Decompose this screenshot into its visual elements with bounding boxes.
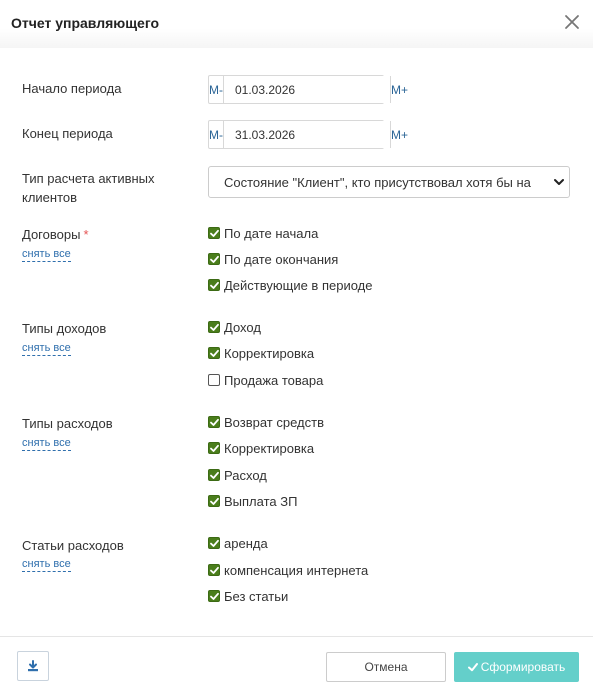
contracts-label-text: Договоры [22,227,81,242]
checkbox-salary[interactable]: Выплата ЗП [208,493,297,509]
checkbox-label: Действующие в периоде [224,277,373,293]
checkbox-label: По дате начала [224,225,319,241]
client-type-label-line2: клиентов [22,190,78,205]
modal-header: Отчет управляющего [0,0,593,48]
checkbox-checked-icon [208,347,220,359]
checkbox-checked-icon [208,227,220,239]
contracts-uncheck-all-link[interactable]: снять все [22,248,71,262]
expense-items-label: Статьи расходов [22,538,124,553]
checkbox-internet-compensation[interactable]: компенсация интернета [208,562,368,578]
download-icon [27,660,39,672]
checkbox-label: Доход [224,319,261,335]
client-type-label: Тип расчета активных клиентов [22,169,155,207]
required-mark: * [83,227,89,242]
checkbox-label: Продажа товара [224,372,324,388]
income-types-uncheck-all-link[interactable]: снять все [22,342,71,356]
checkbox-checked-icon [208,564,220,576]
checkbox-label: Без статьи [224,588,289,604]
income-types-label: Типы доходов [22,321,107,336]
period-start-group: М- М+ [208,75,408,104]
client-type-select[interactable]: Состояние "Клиент", кто присутствовал хо… [208,166,570,198]
checkbox-income-correction[interactable]: Корректировка [208,345,314,361]
checkbox-label: Возврат средств [224,414,324,430]
checkbox-expense-correction[interactable]: Корректировка [208,440,314,456]
period-end-input[interactable] [224,121,390,148]
period-start-label: Начало периода [22,81,122,96]
check-icon [467,662,481,672]
checkbox-unchecked-icon [208,374,220,386]
checkbox-label: По дате окончания [224,251,339,267]
checkbox-checked-icon [208,321,220,333]
checkbox-checked-icon [208,253,220,265]
checkbox-rent[interactable]: аренда [208,535,268,551]
checkbox-product-sale[interactable]: Продажа товара [208,372,323,388]
close-icon[interactable] [564,14,580,30]
checkbox-checked-icon [208,469,220,481]
generate-report-label: Сформировать [480,660,566,674]
period-start-minus-button[interactable]: М- [209,76,224,103]
period-end-minus-button[interactable]: М- [209,121,224,148]
generate-report-button[interactable]: Сформировать [454,652,579,682]
period-start-input[interactable] [224,76,390,103]
period-end-label: Конец периода [22,126,113,141]
cancel-button[interactable]: Отмена [326,652,446,682]
checkbox-checked-icon [208,442,220,454]
client-type-selected-value: Состояние "Клиент", кто присутствовал хо… [224,174,531,190]
cancel-button-label: Отмена [364,660,408,674]
checkbox-expense[interactable]: Расход [208,467,267,483]
checkbox-contracts-active[interactable]: Действующие в периоде [208,277,372,293]
checkbox-no-item[interactable]: Без статьи [208,588,288,604]
checkbox-label: Корректировка [224,345,315,361]
checkbox-checked-icon [208,537,220,549]
checkbox-label: Корректировка [224,440,315,456]
checkbox-checked-icon [208,279,220,291]
chevron-down-icon [554,177,564,187]
checkbox-contracts-end[interactable]: По дате окончания [208,251,338,267]
checkbox-income[interactable]: Доход [208,319,261,335]
checkbox-refund[interactable]: Возврат средств [208,414,324,430]
checkbox-contracts-start[interactable]: По дате начала [208,225,318,241]
expense-items-uncheck-all-link[interactable]: снять все [22,558,71,572]
report-modal: Отчет управляющего Начало периода М- М+ … [0,0,593,695]
checkbox-label: Выплата ЗП [224,493,298,509]
contracts-label: Договоры * [22,225,89,244]
period-end-group: М- М+ [208,120,408,149]
checkbox-checked-icon [208,495,220,507]
expense-types-uncheck-all-link[interactable]: снять все [22,437,71,451]
client-type-label-line1: Тип расчета активных [22,171,155,186]
checkbox-label: аренда [224,535,268,551]
modal-title: Отчет управляющего [11,15,160,31]
checkbox-checked-icon [208,590,220,602]
download-button[interactable] [17,651,49,681]
checkbox-checked-icon [208,416,220,428]
expense-types-label: Типы расходов [22,416,113,431]
period-end-plus-button[interactable]: М+ [390,121,408,148]
period-start-plus-button[interactable]: М+ [390,76,408,103]
checkbox-label: Расход [224,467,267,483]
checkbox-label: компенсация интернета [224,562,369,578]
